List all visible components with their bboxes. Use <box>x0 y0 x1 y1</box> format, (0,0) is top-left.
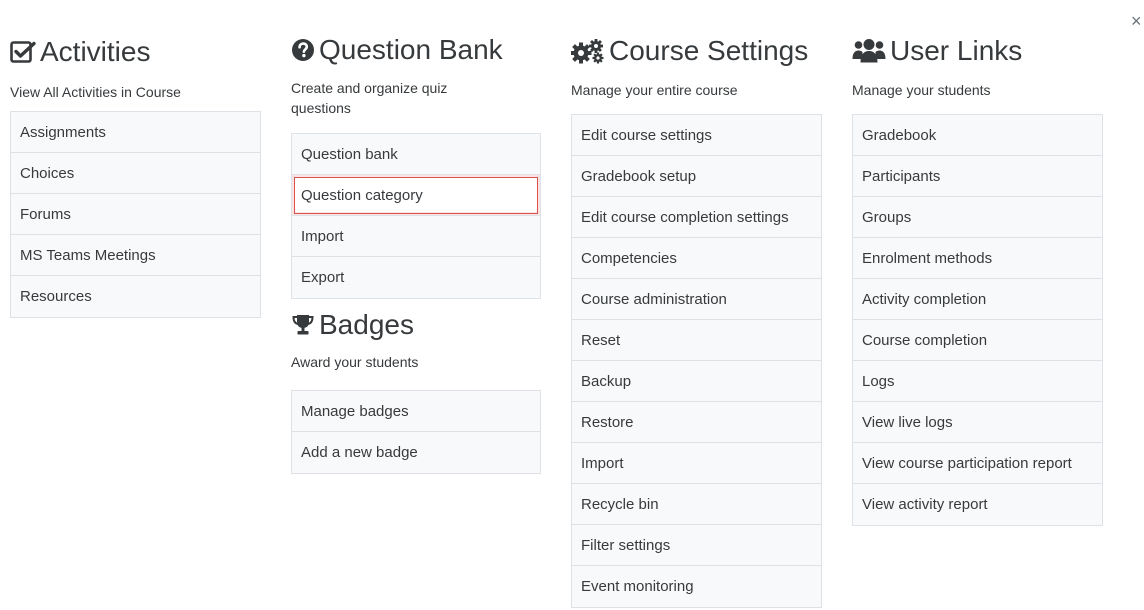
user-links-item-logs[interactable]: Logs <box>853 361 1102 402</box>
user-links-description: Manage your students <box>852 82 991 98</box>
activities-item-resources[interactable]: Resources <box>11 276 260 317</box>
question-bank-description: Create and organize quiz questions <box>291 80 448 116</box>
users-icon <box>852 38 886 64</box>
course-settings-item-edit-course-settings[interactable]: Edit course settings <box>572 115 821 156</box>
badges-heading: Badges <box>291 311 541 339</box>
badges-title: Badges <box>319 309 414 340</box>
course-settings-heading: Course Settings <box>571 37 822 65</box>
course-settings-item-event-monitoring[interactable]: Event monitoring <box>572 566 821 607</box>
user-links-item-view-activity-report[interactable]: View activity report <box>853 484 1102 525</box>
question-bank-item-import[interactable]: Import <box>292 216 540 257</box>
user-links-item-participants[interactable]: Participants <box>853 156 1102 197</box>
badges-item-add-new-badge[interactable]: Add a new badge <box>292 432 540 473</box>
question-bank-item-question-bank[interactable]: Question bank <box>292 134 540 175</box>
question-bank-heading: Question Bank <box>291 36 541 64</box>
course-settings-column: Course Settings Manage your entire cours… <box>571 0 822 608</box>
badges-description: Award your students <box>291 354 419 370</box>
course-settings-item-backup[interactable]: Backup <box>572 361 821 402</box>
cogs-icon <box>571 38 605 64</box>
close-icon[interactable]: × <box>1131 12 1142 30</box>
user-links-item-groups[interactable]: Groups <box>853 197 1102 238</box>
course-settings-item-import[interactable]: Import <box>572 443 821 484</box>
user-links-item-course-completion[interactable]: Course completion <box>853 320 1102 361</box>
question-circle-icon <box>291 38 315 62</box>
course-settings-item-reset[interactable]: Reset <box>572 320 821 361</box>
user-links-item-gradebook[interactable]: Gradebook <box>853 115 1102 156</box>
course-settings-item-recycle-bin[interactable]: Recycle bin <box>572 484 821 525</box>
user-links-item-course-participation-report[interactable]: View course participation report <box>853 443 1102 484</box>
course-settings-title: Course Settings <box>609 35 809 66</box>
user-links-title: User Links <box>890 35 1023 66</box>
activities-item-assignments[interactable]: Assignments <box>11 112 260 153</box>
activities-list: Assignments Choices Forums MS Teams Meet… <box>10 111 261 318</box>
course-settings-list: Edit course settings Gradebook setup Edi… <box>571 114 822 608</box>
activities-description: View All Activities in Course <box>10 84 181 100</box>
user-links-item-enrolment-methods[interactable]: Enrolment methods <box>853 238 1102 279</box>
badges-list: Manage badges Add a new badge <box>291 390 541 474</box>
course-settings-item-edit-completion-settings[interactable]: Edit course completion settings <box>572 197 821 238</box>
course-settings-item-gradebook-setup[interactable]: Gradebook setup <box>572 156 821 197</box>
course-settings-item-course-administration[interactable]: Course administration <box>572 279 821 320</box>
course-settings-item-restore[interactable]: Restore <box>572 402 821 443</box>
course-menu-modal: × Activities View All Activities in Cour… <box>0 0 1144 610</box>
activities-heading: Activities <box>10 38 261 66</box>
activities-item-choices[interactable]: Choices <box>11 153 260 194</box>
activities-title: Activities <box>40 36 151 67</box>
activities-column: Activities View All Activities in Course… <box>10 0 261 318</box>
trophy-icon <box>291 313 315 337</box>
user-links-item-activity-completion[interactable]: Activity completion <box>853 279 1102 320</box>
user-links-item-view-live-logs[interactable]: View live logs <box>853 402 1102 443</box>
activities-item-ms-teams-meetings[interactable]: MS Teams Meetings <box>11 235 260 276</box>
user-links-column: User Links Manage your students Gradeboo… <box>852 0 1103 526</box>
user-links-heading: User Links <box>852 37 1103 65</box>
badges-item-manage-badges[interactable]: Manage badges <box>292 391 540 432</box>
question-bank-list: Question bank Question category Import E… <box>291 133 541 299</box>
check-square-icon <box>10 40 36 64</box>
question-bank-column: Question Bank Create and organize quiz q… <box>291 0 541 474</box>
course-settings-description: Manage your entire course <box>571 82 738 98</box>
question-bank-title: Question Bank <box>319 34 503 65</box>
course-settings-item-competencies[interactable]: Competencies <box>572 238 821 279</box>
question-bank-item-export[interactable]: Export <box>292 257 540 298</box>
question-bank-item-question-category[interactable]: Question category <box>292 175 540 216</box>
course-settings-item-filter-settings[interactable]: Filter settings <box>572 525 821 566</box>
user-links-list: Gradebook Participants Groups Enrolment … <box>852 114 1103 526</box>
activities-item-forums[interactable]: Forums <box>11 194 260 235</box>
